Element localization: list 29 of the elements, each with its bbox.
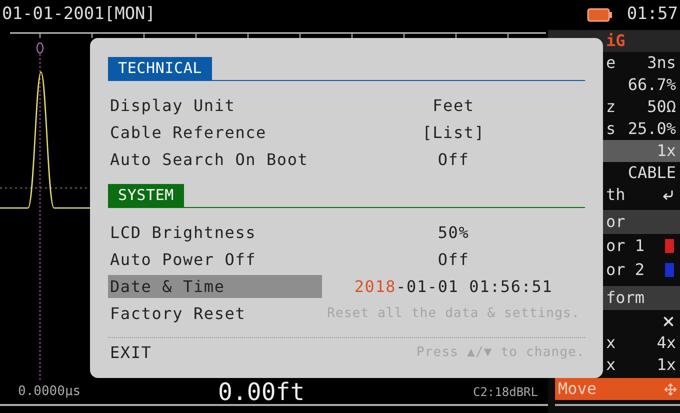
row-value: 1x [656, 140, 676, 162]
setting-value: 50% [438, 222, 470, 244]
color-label: or 1 [606, 235, 645, 257]
section-header: TECHNICAL [108, 57, 212, 80]
color-label: or 2 [606, 259, 645, 281]
panel-title: iG [606, 30, 626, 52]
section-header: SYSTEM [108, 184, 184, 207]
row-label: x [606, 354, 616, 376]
distance-readout: 0.00ft [218, 380, 306, 404]
time-readout: 0.0000µs [18, 383, 82, 402]
setting-value: Off [438, 248, 470, 270]
channel-readout: C2:18dBRL [472, 384, 538, 401]
setting-value: Feet [432, 94, 474, 116]
clock-label: 01:57 [626, 3, 679, 26]
setting-value: Off [438, 148, 470, 170]
row-label: th [606, 184, 626, 206]
row-label: e [606, 52, 616, 74]
row-value: 50Ω [647, 96, 676, 118]
date-label: 01-01-2001[MON] [2, 3, 156, 26]
row-value: 66.7% [628, 74, 676, 96]
row-value: CABLE [628, 162, 676, 184]
row-label: z [606, 96, 616, 118]
row-value: 3ns [647, 52, 676, 74]
row-value: 25.0% [628, 118, 676, 140]
setting-value: [List] [422, 122, 485, 144]
row-value: 4x [656, 332, 676, 354]
row-label: s [606, 118, 616, 140]
row-value: 1x [656, 354, 676, 376]
row-label: x [606, 332, 616, 354]
